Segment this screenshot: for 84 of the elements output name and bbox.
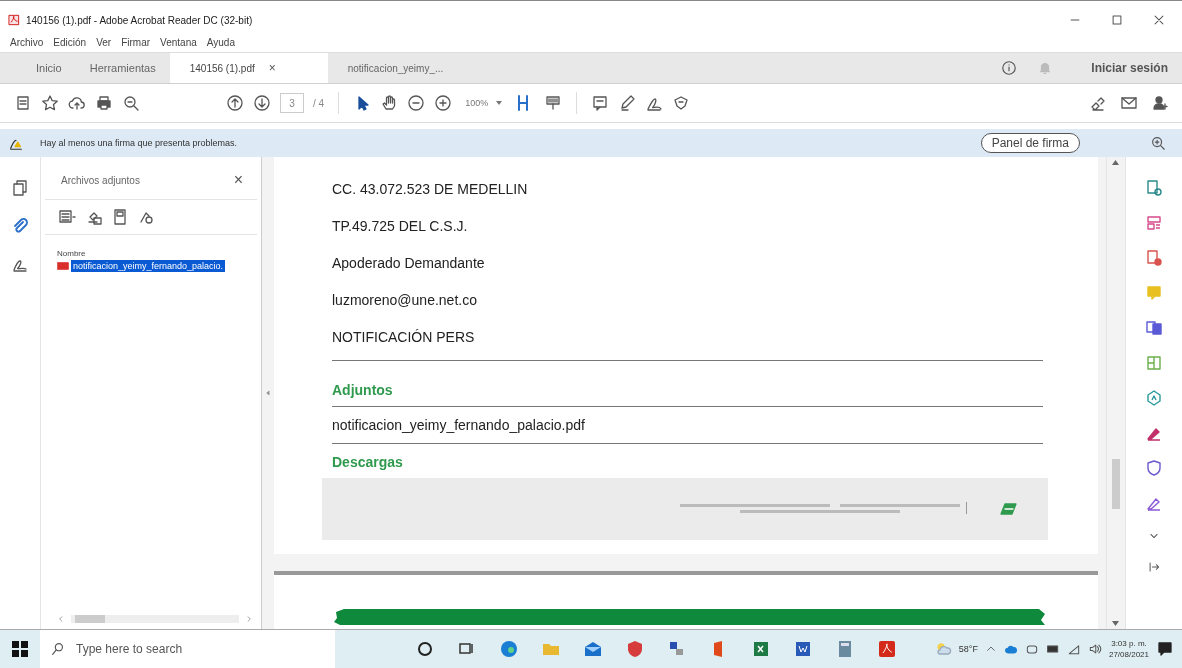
attachment-link[interactable]: notificacion_yeimy_fernando_palacio.pdf — [332, 417, 585, 433]
pen-icon[interactable] — [618, 94, 637, 112]
shield-app-icon[interactable] — [625, 639, 645, 659]
usb-icon[interactable] — [1024, 642, 1039, 656]
tab[interactable]: Herramientas — [75, 53, 170, 83]
document-text: TP.49.725 DEL C.S.J. — [332, 218, 468, 234]
column-header[interactable]: Nombre — [57, 249, 86, 258]
section-heading: Descargas — [332, 454, 403, 470]
tab[interactable]: notificacion_yeimy_... — [327, 53, 486, 83]
presentation-icon[interactable] — [544, 94, 563, 112]
help-icon[interactable] — [1001, 60, 1018, 76]
attachment-item[interactable]: notificacion_yeimy_fernando_palacio. — [71, 260, 226, 272]
menu-item[interactable]: Archivo — [10, 36, 44, 48]
add-user-icon[interactable] — [1152, 94, 1170, 112]
stamp-icon[interactable] — [672, 94, 691, 112]
tab-close-button[interactable]: × — [268, 61, 276, 75]
signature-panel-button[interactable]: Panel de firma — [980, 133, 1080, 153]
save-attachment-icon[interactable] — [111, 208, 129, 226]
search-icon — [50, 641, 66, 657]
add-page-icon[interactable] — [1145, 179, 1163, 197]
scroll-down-icon[interactable] — [1112, 621, 1119, 626]
notice-message: Hay al menos una firma que presenta problemas. — [40, 138, 239, 148]
sign-in-link[interactable]: Iniciar sesión — [1091, 61, 1168, 75]
attachment-icon[interactable] — [11, 217, 29, 235]
mail-icon[interactable] — [583, 639, 603, 659]
expand-panel-icon[interactable] — [1147, 560, 1161, 574]
pages-icon[interactable] — [11, 179, 29, 197]
notifications-icon[interactable] — [1156, 640, 1174, 658]
comment-icon[interactable] — [591, 94, 610, 112]
maximize-icon[interactable] — [1110, 13, 1124, 27]
menu-item[interactable]: Ayuda — [206, 36, 235, 48]
edge-browser-icon[interactable] — [499, 639, 519, 659]
window-title: 140156 (1).pdf - Adobe Acrobat Reader DC (32-bit) — [26, 14, 254, 26]
windows-start-icon[interactable] — [10, 639, 30, 659]
document-text: NOTIFICACIÓN PERS — [332, 329, 475, 345]
cortana-icon[interactable] — [415, 639, 435, 659]
zoom-out-icon[interactable] — [407, 94, 426, 112]
collapse-arrow-icon[interactable] — [264, 389, 272, 397]
caret-icon — [496, 101, 503, 105]
word-icon[interactable] — [793, 639, 813, 659]
page-number-field[interactable]: 3 — [280, 93, 304, 113]
scan-icon[interactable] — [1145, 389, 1163, 407]
zoom-in-icon[interactable] — [434, 94, 453, 112]
pdf-file-icon — [57, 260, 69, 272]
email-icon[interactable] — [1120, 94, 1138, 112]
pdf-file-icon — [8, 14, 20, 26]
scroll-up-icon[interactable] — [1112, 160, 1119, 165]
close-icon[interactable] — [1152, 13, 1166, 27]
zoom-in-icon[interactable] — [1150, 135, 1166, 151]
layout-icon[interactable] — [1145, 214, 1163, 232]
cloud-upload-icon[interactable] — [68, 94, 86, 112]
scrollbar-thumb[interactable] — [75, 615, 105, 623]
zoom-search-icon[interactable] — [122, 94, 140, 112]
menu-item[interactable]: Ver — [96, 36, 112, 48]
tab[interactable]: 140156 (1).pdf × — [169, 53, 328, 83]
taskbar-search-field[interactable]: Type here to search — [40, 630, 335, 668]
menu-item[interactable]: Firmar — [121, 36, 151, 48]
taskbar-clock[interactable]: 3:03 p. m. 27/08/2021 — [1108, 638, 1149, 660]
zoom-dropdown[interactable]: 100% — [461, 96, 507, 110]
tab[interactable]: Inicio — [22, 53, 76, 83]
excel-icon[interactable] — [751, 639, 771, 659]
acrobat-icon[interactable] — [877, 639, 897, 659]
menu-item[interactable]: Ventana — [160, 36, 197, 48]
weather-temperature[interactable]: 58°F — [958, 644, 978, 654]
print-icon[interactable] — [95, 94, 113, 112]
panel-close-button[interactable]: × — [233, 171, 243, 189]
next-page-icon[interactable] — [253, 94, 271, 112]
scrollbar-thumb[interactable] — [1112, 459, 1120, 509]
combine-icon[interactable] — [1145, 319, 1163, 337]
protect-icon[interactable] — [1145, 459, 1163, 477]
star-icon[interactable] — [41, 94, 59, 112]
document-text: CC. 43.072.523 DE MEDELLIN — [332, 181, 528, 197]
document-icon[interactable] — [14, 94, 32, 112]
network-icon[interactable] — [1066, 642, 1081, 656]
page-count: / 4 — [313, 97, 325, 109]
export-pdf-icon[interactable] — [1145, 249, 1163, 267]
previous-page-icon[interactable] — [226, 94, 244, 112]
section-heading: Adjuntos — [332, 382, 393, 398]
document-text: Apoderado Demandante — [332, 255, 485, 271]
document-text: luzmoreno@une.net.co — [332, 292, 477, 308]
speaker-icon[interactable] — [1087, 642, 1102, 656]
panel-title: Archivos adjuntos — [61, 174, 140, 186]
options-menu-icon[interactable] — [57, 208, 77, 226]
menu-item[interactable]: Edición — [53, 36, 87, 48]
